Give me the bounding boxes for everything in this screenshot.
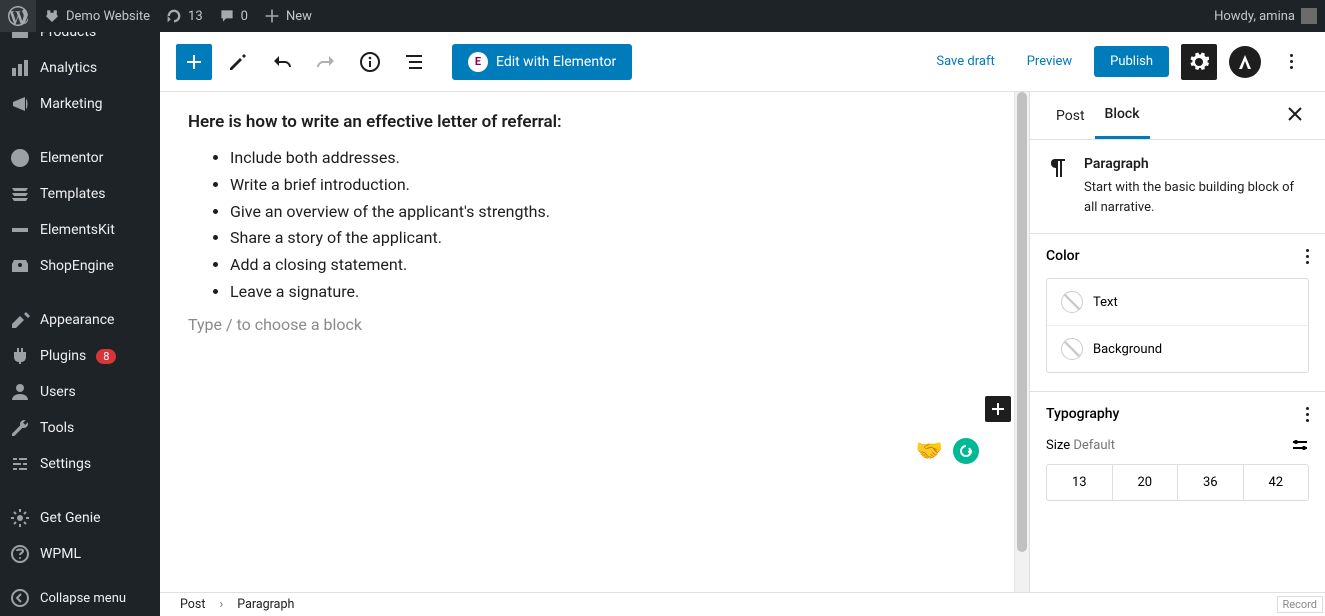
details-button[interactable]: [352, 44, 388, 80]
swatch-icon: [1061, 338, 1083, 360]
preview-button[interactable]: Preview: [1017, 48, 1082, 75]
grammarly-icon[interactable]: [953, 438, 979, 464]
sidebar-item-elementskit[interactable]: ElementsKit: [0, 212, 160, 248]
howdy-text: Howdy, amina: [1214, 9, 1295, 24]
swatch-icon: [1061, 291, 1083, 313]
size-preset[interactable]: 42: [1243, 465, 1309, 500]
redo-button[interactable]: [308, 44, 344, 80]
publish-button[interactable]: Publish: [1094, 46, 1169, 77]
admin-bar: Demo Website 13 0 New Howdy, amina: [0, 0, 1325, 32]
sidebar-item-appearance[interactable]: Appearance: [0, 302, 160, 338]
color-section: Color Text Background: [1030, 233, 1325, 391]
background-color-button[interactable]: Background: [1047, 325, 1308, 372]
breadcrumb: Post › Paragraph: [160, 592, 1325, 616]
color-options-button[interactable]: [1306, 249, 1309, 264]
content-heading[interactable]: Here is how to write an effective letter…: [188, 112, 972, 132]
panel-close-button[interactable]: [1281, 100, 1309, 132]
outline-button[interactable]: [396, 44, 432, 80]
add-block-button[interactable]: [176, 44, 212, 80]
size-preset[interactable]: 36: [1177, 465, 1243, 500]
record-label: Record: [1277, 596, 1323, 613]
editor-canvas[interactable]: Here is how to write an effective letter…: [160, 92, 1023, 592]
color-title: Color: [1046, 248, 1080, 264]
editor-toolbar: EEdit with Elementor Save draft Preview …: [160, 32, 1325, 92]
handshake-icon[interactable]: 🤝: [916, 439, 943, 464]
typography-section: Typography Size Default 13 20 36 42: [1030, 391, 1325, 515]
sidebar-item-analytics[interactable]: Analytics: [0, 50, 160, 86]
size-preset[interactable]: 20: [1112, 465, 1178, 500]
save-draft-button[interactable]: Save draft: [926, 48, 1004, 75]
settings-panel: Post Block Paragraph Start with the basi…: [1029, 92, 1325, 592]
size-label: Size: [1046, 438, 1070, 453]
new-link[interactable]: New: [256, 0, 320, 32]
sidebar-item-products[interactable]: Products: [0, 32, 160, 50]
list-item[interactable]: Leave a signature.: [230, 280, 972, 305]
updates-link[interactable]: 13: [158, 0, 211, 32]
typo-title: Typography: [1046, 406, 1119, 422]
settings-toggle[interactable]: [1181, 44, 1217, 80]
elementor-icon: E: [468, 52, 488, 72]
astra-button[interactable]: [1229, 46, 1261, 78]
list-item[interactable]: Give an overview of the applicant's stre…: [230, 200, 972, 225]
avatar: [1301, 8, 1317, 24]
content-bullets[interactable]: Include both addresses. Write a brief in…: [188, 146, 972, 305]
plugins-badge: 8: [96, 349, 116, 364]
sidebar-item-getgenie[interactable]: Get Genie: [0, 500, 160, 536]
sidebar-item-shopengine[interactable]: ShopEngine: [0, 248, 160, 284]
undo-button[interactable]: [264, 44, 300, 80]
add-block-inline-button[interactable]: [985, 396, 1011, 422]
admin-sidebar: Products Analytics Marketing Elementor T…: [0, 32, 160, 616]
sidebar-item-users[interactable]: Users: [0, 374, 160, 410]
block-desc: Start with the basic building block of a…: [1084, 178, 1309, 217]
block-header: Paragraph Start with the basic building …: [1030, 140, 1325, 233]
canvas-scrollbar[interactable]: [1014, 92, 1029, 592]
list-item[interactable]: Share a story of the applicant.: [230, 226, 972, 251]
text-color-button[interactable]: Text: [1047, 279, 1308, 325]
sidebar-item-settings[interactable]: Settings: [0, 446, 160, 482]
comments-count: 0: [241, 9, 248, 24]
panel-tabs: Post Block: [1030, 92, 1325, 140]
block-name: Paragraph: [1084, 156, 1309, 172]
wp-logo[interactable]: [0, 0, 36, 32]
collapse-menu[interactable]: Collapse menu: [0, 580, 160, 616]
more-options-button[interactable]: [1273, 44, 1309, 80]
crumb-post[interactable]: Post: [180, 597, 205, 612]
tab-block[interactable]: Block: [1095, 92, 1150, 139]
sidebar-item-marketing[interactable]: Marketing: [0, 86, 160, 122]
size-preset[interactable]: 13: [1047, 465, 1112, 500]
list-item[interactable]: Write a brief introduction.: [230, 173, 972, 198]
site-name: Demo Website: [66, 9, 150, 24]
size-value: Default: [1073, 438, 1115, 453]
new-label: New: [286, 9, 312, 24]
editor: EEdit with Elementor Save draft Preview …: [160, 32, 1325, 616]
sidebar-item-elementor[interactable]: Elementor: [0, 140, 160, 176]
block-placeholder[interactable]: Type / to choose a block: [188, 315, 972, 334]
howdy-link[interactable]: Howdy, amina: [1206, 0, 1325, 32]
edit-elementor-button[interactable]: EEdit with Elementor: [452, 44, 632, 80]
updates-count: 13: [188, 9, 203, 24]
sidebar-item-templates[interactable]: Templates: [0, 176, 160, 212]
crumb-paragraph[interactable]: Paragraph: [237, 597, 294, 612]
size-presets: 13 20 36 42: [1046, 464, 1309, 501]
chevron-right-icon: ›: [219, 597, 223, 612]
site-link[interactable]: Demo Website: [36, 0, 158, 32]
typo-options-button[interactable]: [1306, 407, 1309, 422]
tab-post[interactable]: Post: [1046, 94, 1095, 138]
edit-tools-button[interactable]: [220, 44, 256, 80]
size-custom-button[interactable]: [1291, 436, 1309, 454]
comments-link[interactable]: 0: [211, 0, 256, 32]
sidebar-item-wpml[interactable]: WPML: [0, 536, 160, 572]
floating-assistants: 🤝: [916, 438, 979, 464]
paragraph-icon: [1046, 156, 1070, 180]
sidebar-item-tools[interactable]: Tools: [0, 410, 160, 446]
list-item[interactable]: Add a closing statement.: [230, 253, 972, 278]
list-item[interactable]: Include both addresses.: [230, 146, 972, 171]
sidebar-item-plugins[interactable]: Plugins8: [0, 338, 160, 374]
